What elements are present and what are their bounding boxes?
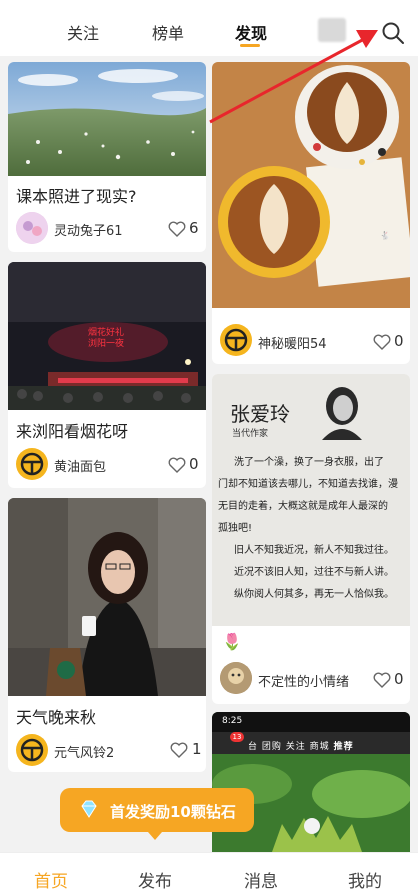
user-avatar[interactable] — [16, 448, 48, 480]
post-card[interactable]: 课本照进了现实? 灵动兔子61 6 — [8, 62, 206, 252]
user-avatar[interactable] — [220, 324, 252, 356]
heart-icon[interactable] — [373, 672, 391, 688]
book-author-role: 当代作家 — [232, 429, 269, 439]
post-card[interactable]: 张爱玲 当代作家 洗了一个澡，换了一身衣服，出了 门却不知道该去哪儿，不知道去找… — [212, 374, 410, 704]
username[interactable]: 不定性的小情绪 — [258, 671, 349, 690]
post-image: 🐇 — [212, 62, 410, 308]
post-card[interactable]: 烟花好礼 浏阳一夜 来浏阳看烟花呀 黄油面包 0 — [8, 262, 206, 488]
book-text: 洗了一个澡，换了一身衣服，出了 门却不知道该去哪儿，不知道去找谁，漫 无目的走着… — [218, 457, 398, 600]
post-image — [8, 498, 206, 696]
like-count: 0 — [394, 332, 404, 350]
notification-badge: 13 — [230, 732, 244, 742]
promo-text: 首发奖励10颗钻石 — [110, 803, 236, 821]
search-icon[interactable] — [380, 20, 406, 46]
like-count: 1 — [192, 740, 202, 758]
user-avatar[interactable] — [16, 212, 48, 244]
nav-publish[interactable]: 发布 — [138, 867, 172, 892]
post-card[interactable]: 🐇 神秘暖阳54 0 — [212, 62, 410, 364]
heart-icon[interactable] — [168, 457, 186, 473]
heart-icon[interactable] — [170, 742, 188, 758]
top-navigation-bar: 关注 榜单 发现 — [0, 0, 418, 56]
image-neon-text: 烟花好礼 浏阳一夜 — [88, 328, 125, 349]
nav-me[interactable]: 我的 — [348, 867, 382, 892]
diamond-icon — [81, 800, 97, 818]
post-title: 课本照进了现实? — [16, 187, 137, 206]
post-title: 来浏阳看烟花呀 — [16, 422, 129, 441]
active-tab-indicator — [240, 44, 260, 47]
tab-discover[interactable]: 发现 — [235, 20, 267, 44]
user-avatar[interactable] — [16, 734, 48, 766]
post-image: 张爱玲 当代作家 洗了一个澡，换了一身衣服，出了 门却不知道该去哪儿，不知道去找… — [212, 374, 410, 626]
post-image — [8, 62, 206, 176]
nav-home[interactable]: 首页 — [34, 867, 68, 892]
like-count: 6 — [189, 219, 199, 237]
tab-follow[interactable]: 关注 — [67, 20, 99, 44]
promo-pointer — [148, 832, 162, 840]
blurred-icon[interactable] — [318, 18, 346, 42]
username[interactable]: 黄油面包 — [54, 456, 106, 475]
like-count: 0 — [189, 455, 199, 473]
user-avatar[interactable] — [220, 662, 252, 694]
post-title: 天气晚来秋 — [16, 708, 97, 727]
bottom-navigation-bar: 首页 发布 消息 我的 — [0, 852, 418, 895]
thumb-tabs: 台 团购 关注 商城 推荐 — [248, 742, 354, 752]
username[interactable]: 元气风铃2 — [54, 742, 114, 761]
svg-text:🐇: 🐇 — [380, 230, 390, 240]
like-count: 0 — [394, 670, 404, 688]
tab-ranking[interactable]: 榜单 — [152, 20, 184, 44]
tulip-icon: 🌷 — [222, 632, 242, 651]
username[interactable]: 神秘暖阳54 — [258, 333, 327, 352]
nav-messages[interactable]: 消息 — [244, 867, 278, 892]
heart-icon[interactable] — [373, 334, 391, 350]
promo-reward-banner[interactable]: 首发奖励10颗钻石 — [60, 788, 254, 840]
username[interactable]: 灵动兔子61 — [54, 220, 123, 239]
portrait-illustration — [322, 387, 362, 440]
post-card[interactable]: 天气晚来秋 元气风铃2 1 — [8, 498, 206, 772]
heart-icon[interactable] — [168, 221, 186, 237]
book-author-name: 张爱玲 — [230, 402, 290, 426]
